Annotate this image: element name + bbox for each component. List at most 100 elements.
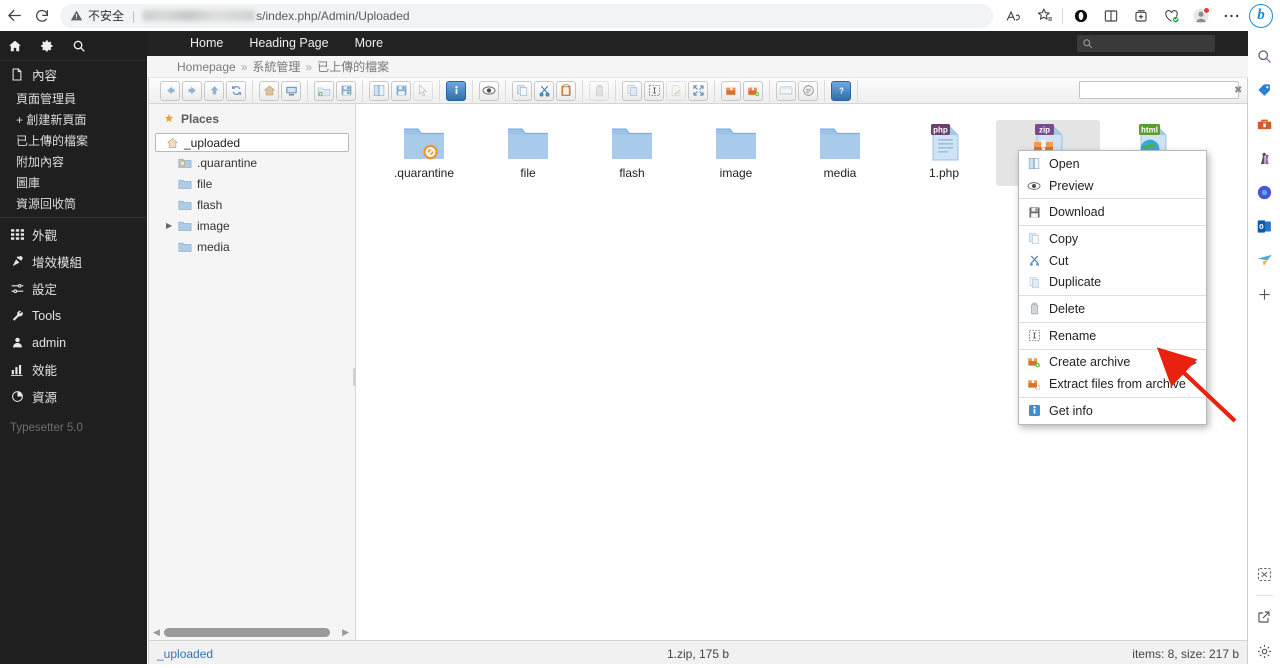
netmount-button[interactable] <box>281 80 301 101</box>
context-menu-item-cut[interactable]: Cut <box>1019 250 1206 272</box>
context-menu-item-rename[interactable]: Rename <box>1019 325 1206 347</box>
chevron-right-icon[interactable]: ▶ <box>166 221 172 230</box>
back-button[interactable] <box>160 80 180 101</box>
tree-item-file[interactable]: file <box>149 173 355 194</box>
new-file-button[interactable] <box>336 80 356 101</box>
file-item-image[interactable]: image <box>684 120 788 186</box>
sidebar-subitem-uploaded-files[interactable]: 已上傳的檔案 <box>0 130 147 151</box>
new-folder-button[interactable] <box>314 80 334 101</box>
file-item-1-php[interactable]: php 1.php <box>892 120 996 186</box>
scroll-right-arrow-icon[interactable]: ▶ <box>342 627 349 638</box>
file-item-flash[interactable]: flash <box>580 120 684 186</box>
toolbox-icon[interactable] <box>1248 107 1280 141</box>
context-menu-item-extract-files[interactable]: Extract files from archive <box>1019 373 1206 395</box>
tree-item-flash[interactable]: flash <box>149 194 355 215</box>
edit-button[interactable] <box>666 80 686 101</box>
nav-link-home[interactable]: Home <box>177 31 236 56</box>
paper-plane-icon[interactable] <box>1248 243 1280 277</box>
tree-item-media[interactable]: media <box>149 236 355 257</box>
context-menu-item-copy[interactable]: Copy <box>1019 228 1206 250</box>
context-menu-item-delete[interactable]: Delete <box>1019 298 1206 320</box>
context-menu-item-download[interactable]: Download <box>1019 201 1206 223</box>
split-screen-icon[interactable] <box>1096 2 1126 30</box>
shopping-tag-icon[interactable] <box>1248 73 1280 107</box>
places-root-uploaded[interactable]: _uploaded <box>155 133 349 152</box>
breadcrumb-item-admin[interactable]: 系統管理 <box>252 58 300 75</box>
tree-item-image[interactable]: ▶ image <box>149 215 355 236</box>
duplicate-button[interactable] <box>622 80 642 101</box>
favorite-star-icon[interactable] <box>1029 2 1059 30</box>
bing-copilot-icon[interactable]: b <box>1246 2 1276 30</box>
file-item-quarantine[interactable]: .quarantine <box>372 120 476 186</box>
add-plus-icon[interactable] <box>1248 277 1280 311</box>
nav-link-more[interactable]: More <box>342 31 396 56</box>
customize-icon[interactable] <box>1248 557 1280 591</box>
archive-button[interactable] <box>721 80 741 101</box>
browser-essentials-icon[interactable] <box>1156 2 1186 30</box>
up-button[interactable] <box>204 80 224 101</box>
sidebar-subitem-page-manager[interactable]: 頁面管理員 <box>0 88 147 109</box>
resize-button[interactable] <box>688 80 708 101</box>
sidebar-item-content[interactable]: 內容 <box>0 61 147 88</box>
settings-gear-icon[interactable] <box>1248 634 1280 668</box>
microsoft-365-icon[interactable] <box>1248 175 1280 209</box>
open-external-icon[interactable] <box>1248 600 1280 634</box>
get-info-button[interactable] <box>446 80 466 101</box>
copy-button[interactable] <box>512 80 532 101</box>
sidebar-item-performance[interactable]: 效能 <box>0 356 147 383</box>
home-icon[interactable] <box>8 39 22 53</box>
search-input[interactable] <box>1088 84 1230 96</box>
context-menu-item-get-info[interactable]: Get info <box>1019 400 1206 422</box>
profile-avatar-icon[interactable] <box>1186 2 1216 30</box>
gear-icon[interactable] <box>40 39 54 53</box>
open-button[interactable] <box>369 80 389 101</box>
scroll-left-arrow-icon[interactable]: ◀ <box>153 627 160 638</box>
view-list-button[interactable] <box>776 80 796 101</box>
context-menu-item-open[interactable]: Open <box>1019 153 1206 175</box>
sidebar-item-admin[interactable]: admin <box>0 329 147 356</box>
sidebar-item-appearance[interactable]: 外觀 <box>0 221 147 248</box>
settings-more-icon[interactable] <box>1216 2 1246 30</box>
sort-button[interactable] <box>798 80 818 101</box>
delete-button[interactable] <box>589 80 609 101</box>
scrollbar-thumb[interactable] <box>164 628 330 637</box>
sidebar-subitem-trash[interactable]: 資源回收筒 <box>0 193 147 214</box>
extract-button[interactable] <box>743 80 763 101</box>
context-menu-item-preview[interactable]: Preview <box>1019 175 1206 197</box>
address-bar[interactable]: 不安全 | s/index.php/Admin/Uploaded <box>60 3 993 28</box>
home-button[interactable] <box>259 80 279 101</box>
submenu-arrow-icon[interactable]: ▶ <box>1191 358 1197 367</box>
file-item-media[interactable]: media <box>788 120 892 186</box>
search-clear-icon[interactable]: ✖ <box>1234 85 1242 96</box>
cut-button[interactable] <box>534 80 554 101</box>
file-item-file[interactable]: file <box>476 120 580 186</box>
file-search-box[interactable]: ✖ <box>1079 81 1242 99</box>
download-button[interactable] <box>391 80 411 101</box>
breadcrumb-item-homepage[interactable]: Homepage <box>177 60 236 74</box>
reload-button[interactable] <box>226 80 246 101</box>
collections-icon[interactable] <box>1126 2 1156 30</box>
sidebar-item-tools[interactable]: Tools <box>0 302 147 329</box>
site-search-input[interactable] <box>1077 35 1215 52</box>
context-menu-item-create-archive[interactable]: Create archive ▶ <box>1019 352 1206 374</box>
preview-button[interactable] <box>479 80 499 101</box>
sidebar-item-resources[interactable]: 資源 <box>0 383 147 410</box>
sidebar-subitem-extra-content[interactable]: 附加內容 <box>0 151 147 172</box>
select-pointer-button[interactable] <box>413 80 433 101</box>
search-icon[interactable] <box>72 39 86 53</box>
sidebar-item-settings[interactable]: 設定 <box>0 275 147 302</box>
context-menu-item-duplicate[interactable]: Duplicate <box>1019 271 1206 293</box>
games-icon[interactable] <box>1248 141 1280 175</box>
sidebar-item-plugins[interactable]: 增效模組 <box>0 248 147 275</box>
outlook-icon[interactable] <box>1248 209 1280 243</box>
help-button[interactable]: ? <box>831 80 851 101</box>
forward-button[interactable] <box>182 80 202 101</box>
tree-item-quarantine[interactable]: .quarantine <box>149 152 355 173</box>
paste-button[interactable] <box>556 80 576 101</box>
reload-icon[interactable] <box>28 2 56 30</box>
opera-circle-icon[interactable] <box>1066 2 1096 30</box>
search-magnifier-icon[interactable] <box>1248 39 1280 73</box>
sidebar-subitem-gallery[interactable]: 圖庫 <box>0 172 147 193</box>
rename-button[interactable] <box>644 80 664 101</box>
places-horizontal-scrollbar[interactable]: ◀ ▶ <box>153 627 349 638</box>
